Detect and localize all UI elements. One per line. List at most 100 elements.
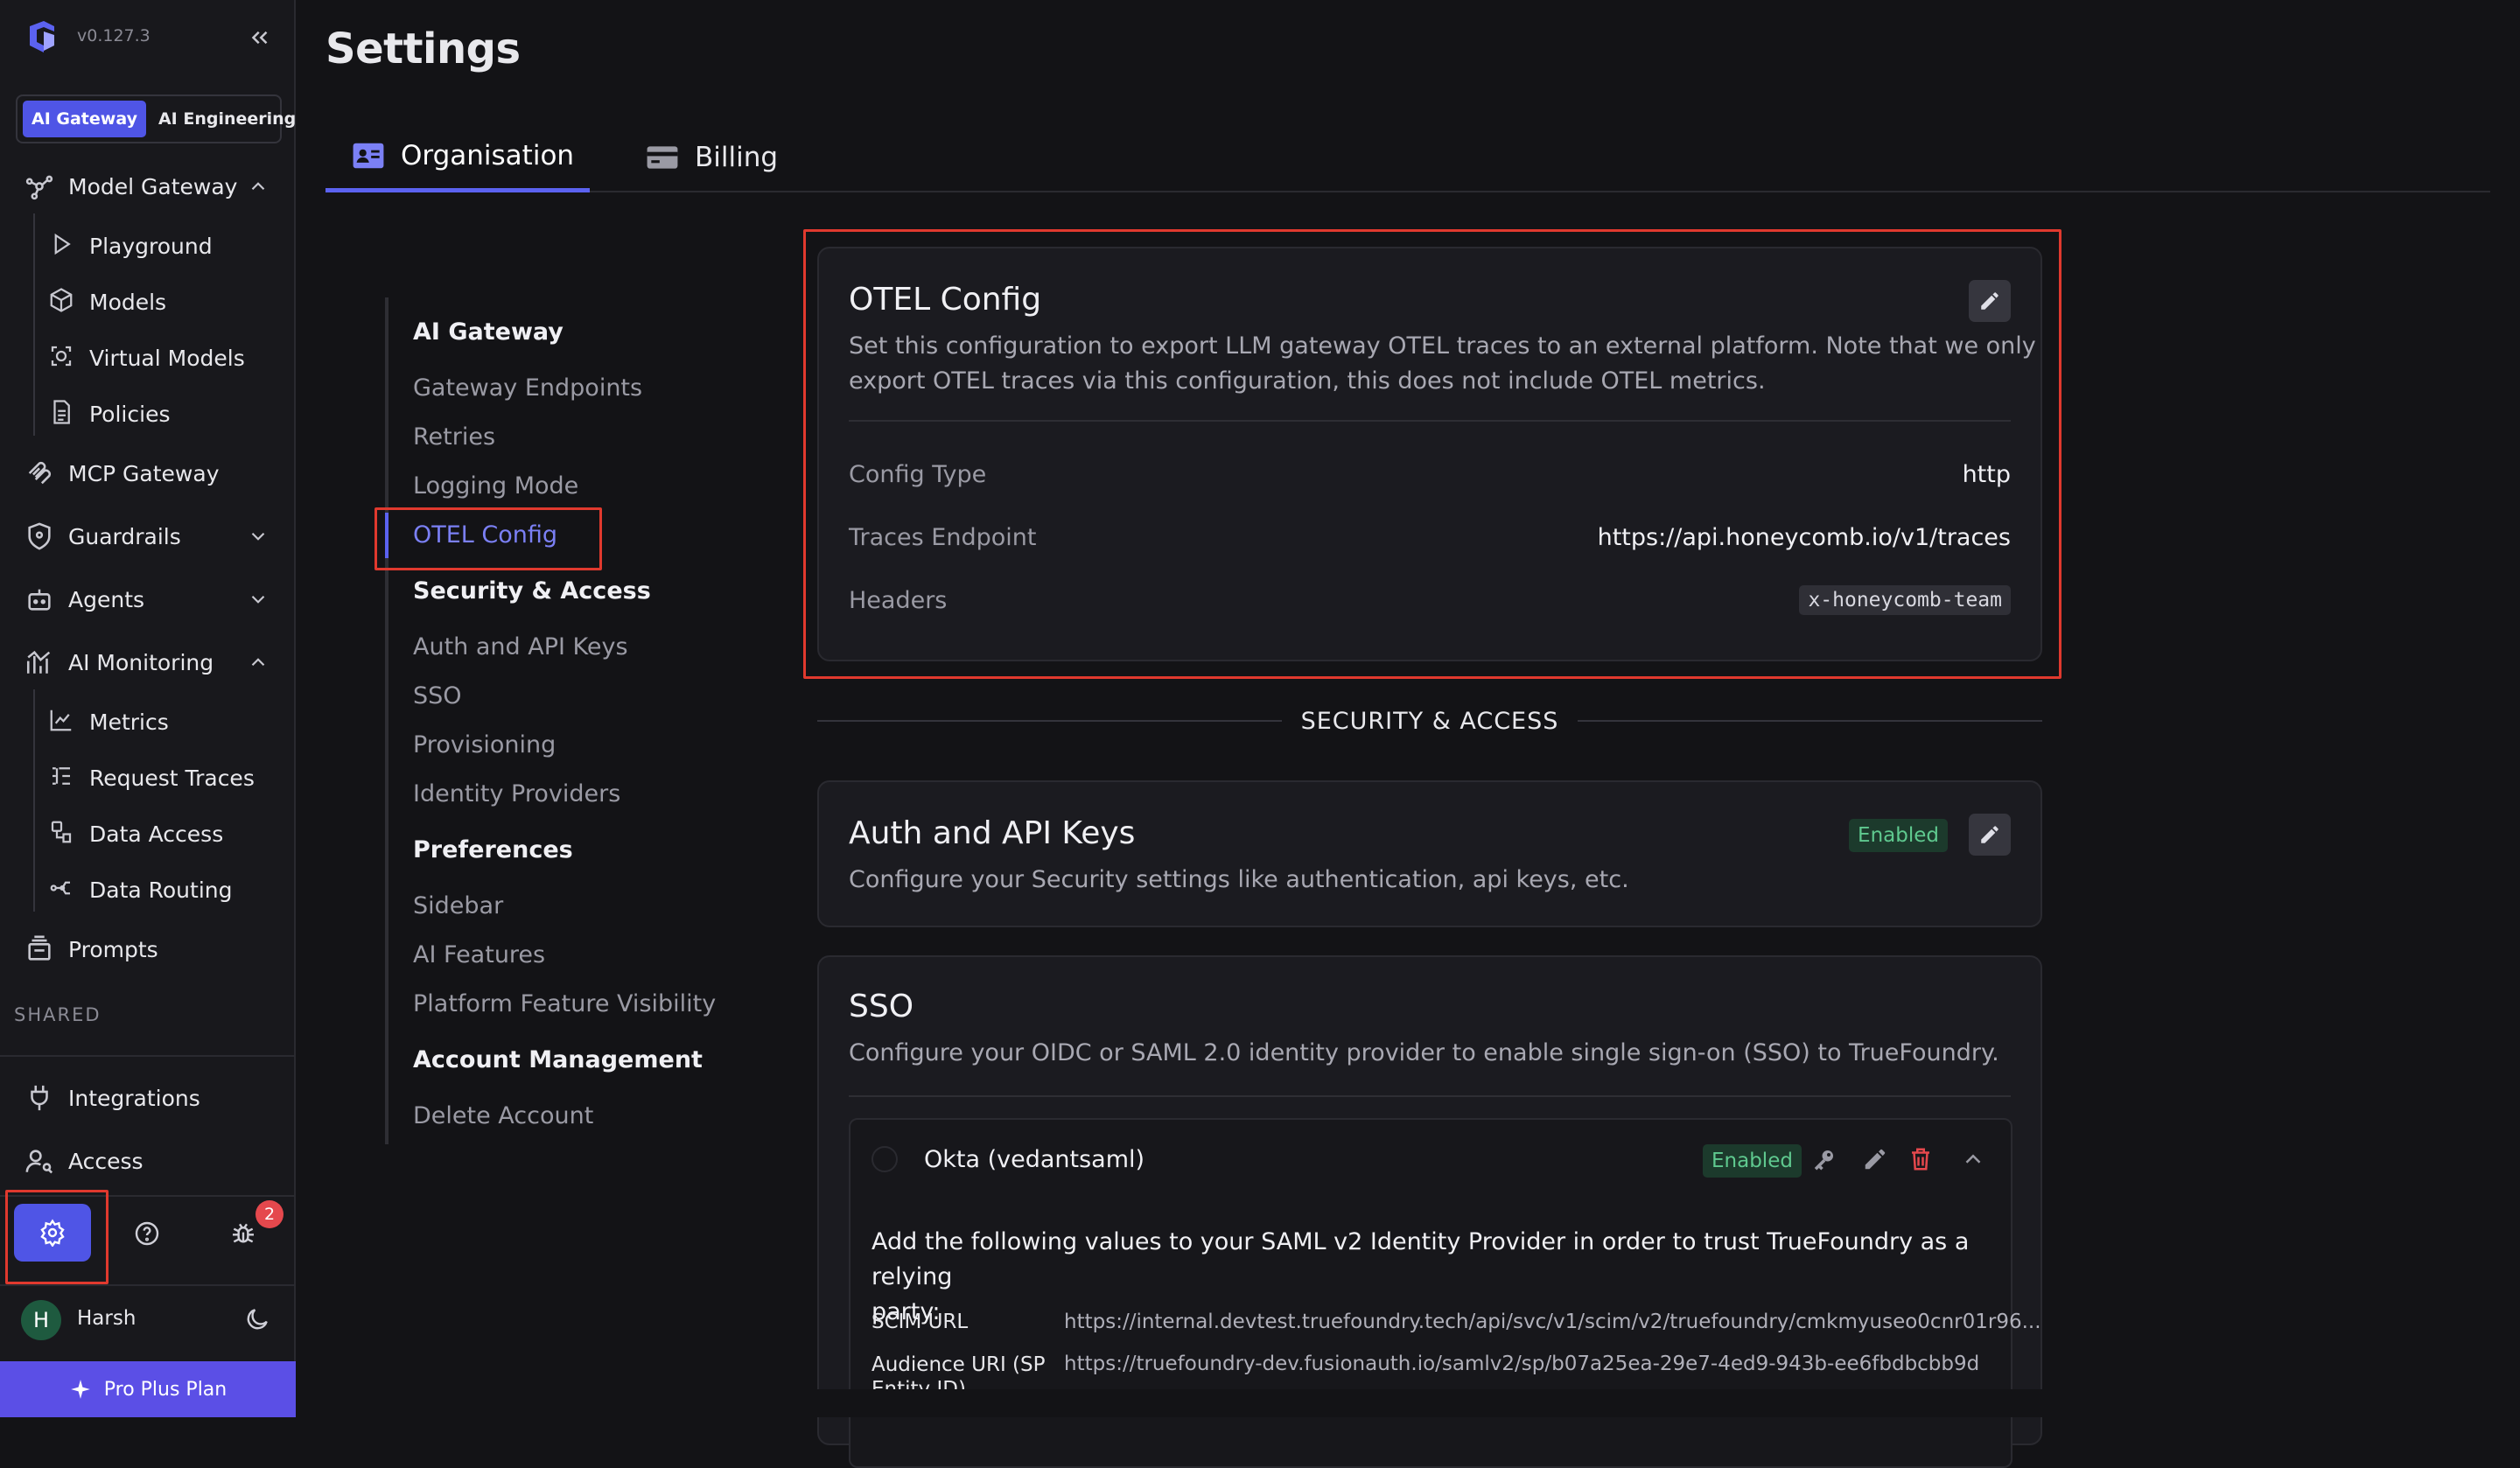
config-type-value: http: [1963, 461, 2011, 488]
prompts-icon: [24, 934, 54, 964]
nav-data-access[interactable]: Data Access: [0, 808, 294, 859]
card-description: Configure your Security settings like au…: [849, 863, 1629, 898]
nav-label: Data Access: [89, 821, 223, 847]
page-title: Settings: [326, 24, 521, 73]
nav-label: Models: [89, 290, 166, 315]
toc-delete-account[interactable]: Delete Account: [413, 1102, 593, 1129]
traces-icon: [48, 763, 78, 793]
sparkle-icon: [69, 1378, 92, 1401]
config-type-row: Config Type http: [849, 457, 2011, 492]
plan-button[interactable]: Pro Plus Plan: [0, 1361, 296, 1417]
config-type-label: Config Type: [849, 461, 986, 488]
chevron-up-icon: [247, 651, 270, 674]
help-icon: [133, 1220, 161, 1248]
settings-button[interactable]: [14, 1204, 91, 1262]
moon-icon[interactable]: [243, 1305, 271, 1333]
toc-heading-security[interactable]: Security & Access: [413, 577, 651, 605]
trash-icon[interactable]: [1908, 1146, 1934, 1172]
nav-label: MCP Gateway: [68, 461, 220, 486]
id-card-icon: [352, 139, 385, 172]
toc-sidebar[interactable]: Sidebar: [413, 892, 503, 919]
provider-icon: [872, 1146, 898, 1172]
user-name[interactable]: Harsh: [77, 1307, 136, 1330]
nav-label: Prompts: [68, 937, 158, 962]
toc-otel-config[interactable]: OTEL Config: [413, 521, 557, 549]
key-icon[interactable]: [1811, 1146, 1838, 1172]
tab-organisation[interactable]: Organisation: [326, 122, 590, 192]
notification-badge: 2: [256, 1200, 284, 1228]
nav-models[interactable]: Models: [0, 276, 294, 327]
nav-ai-monitoring[interactable]: AI Monitoring: [0, 637, 294, 688]
toc-heading-preferences[interactable]: Preferences: [413, 836, 573, 863]
nav-model-gateway[interactable]: Model Gateway: [0, 161, 294, 212]
header-chip: x-honeycomb-team: [1799, 585, 2011, 615]
divider: [0, 1195, 296, 1197]
tab-label: Organisation: [401, 140, 574, 171]
nav-label: Request Traces: [89, 765, 255, 791]
nav-guardrails[interactable]: Guardrails: [0, 511, 294, 562]
edit-button[interactable]: [1969, 280, 2011, 322]
nav-label: Data Routing: [89, 877, 233, 903]
toc-logging-mode[interactable]: Logging Mode: [413, 472, 578, 500]
nav-label: Agents: [68, 587, 144, 612]
nav-mcp-gateway[interactable]: MCP Gateway: [0, 448, 294, 499]
nav-policies[interactable]: Policies: [0, 388, 294, 439]
tab-label: Billing: [695, 142, 778, 173]
collapse-sidebar-icon[interactable]: [247, 24, 273, 51]
divider: [0, 1055, 296, 1057]
toc-ai-features[interactable]: AI Features: [413, 941, 545, 968]
toc-sso[interactable]: SSO: [413, 682, 462, 710]
traces-endpoint-row: Traces Endpoint https://api.honeycomb.io…: [849, 520, 2011, 555]
shield-icon: [24, 521, 54, 551]
desc-line: Set this configuration to export LLM gat…: [849, 329, 2036, 364]
scim-url-label: SCIM URL: [872, 1311, 1064, 1333]
nav-playground[interactable]: Playground: [0, 220, 294, 271]
sidebar: v0.127.3 AI Gateway AI Engineering Model…: [0, 0, 296, 1417]
toc-identity-providers[interactable]: Identity Providers: [413, 780, 620, 807]
scim-url-value[interactable]: https://internal.devtest.truefoundry.tec…: [1064, 1311, 2041, 1333]
mode-ai-gateway[interactable]: AI Gateway: [23, 101, 146, 137]
card-divider: [849, 420, 2011, 422]
nav-virtual-models[interactable]: Virtual Models: [0, 332, 294, 383]
viewport-bottom-mask: [296, 1389, 2520, 1417]
status-badge: Enabled: [1703, 1144, 1802, 1178]
section-divider: SECURITY & ACCESS: [817, 707, 2042, 735]
help-button[interactable]: [112, 1204, 182, 1263]
chevron-up-icon[interactable]: [1960, 1146, 1986, 1172]
toc-active-indicator: [385, 513, 388, 558]
toc-heading-ai-gateway[interactable]: AI Gateway: [413, 318, 564, 346]
mode-ai-engineering[interactable]: AI Engineering: [150, 101, 304, 137]
nav-prompts[interactable]: Prompts: [0, 924, 294, 975]
toc-retries[interactable]: Retries: [413, 423, 495, 451]
cube-icon: [48, 287, 78, 317]
chevron-down-icon: [247, 525, 270, 548]
provider-name: Okta (vedantsaml): [924, 1146, 1144, 1173]
chevron-down-icon: [247, 588, 270, 611]
nav-metrics[interactable]: Metrics: [0, 696, 294, 747]
nav-access[interactable]: Access: [0, 1136, 294, 1186]
card-title: OTEL Config: [849, 282, 1041, 318]
nav-integrations[interactable]: Integrations: [0, 1073, 294, 1123]
tab-billing[interactable]: Billing: [646, 122, 778, 192]
user-key-icon: [24, 1146, 54, 1176]
toc-gateway-endpoints[interactable]: Gateway Endpoints: [413, 374, 642, 402]
chevron-up-icon: [247, 175, 270, 198]
play-icon: [48, 231, 78, 261]
virtual-model-icon: [48, 343, 78, 373]
nav-request-traces[interactable]: Request Traces: [0, 752, 294, 803]
pencil-icon: [1978, 823, 2001, 846]
pencil-icon[interactable]: [1862, 1146, 1888, 1172]
divider-line: [817, 720, 1282, 722]
nav-agents[interactable]: Agents: [0, 574, 294, 625]
nav-data-routing[interactable]: Data Routing: [0, 864, 294, 915]
card-description: Configure your OIDC or SAML 2.0 identity…: [849, 1036, 1999, 1071]
nav-label: Model Gateway: [68, 174, 237, 199]
edit-button[interactable]: [1969, 814, 2011, 856]
toc-auth-api-keys[interactable]: Auth and API Keys: [413, 633, 628, 661]
plug-icon: [24, 1083, 54, 1113]
avatar[interactable]: H: [21, 1300, 61, 1340]
toc-heading-account[interactable]: Account Management: [413, 1046, 703, 1073]
toc-provisioning[interactable]: Provisioning: [413, 731, 556, 758]
truefoundry-logo[interactable]: [24, 19, 60, 54]
toc-platform-feature-visibility[interactable]: Platform Feature Visibility: [413, 990, 716, 1017]
